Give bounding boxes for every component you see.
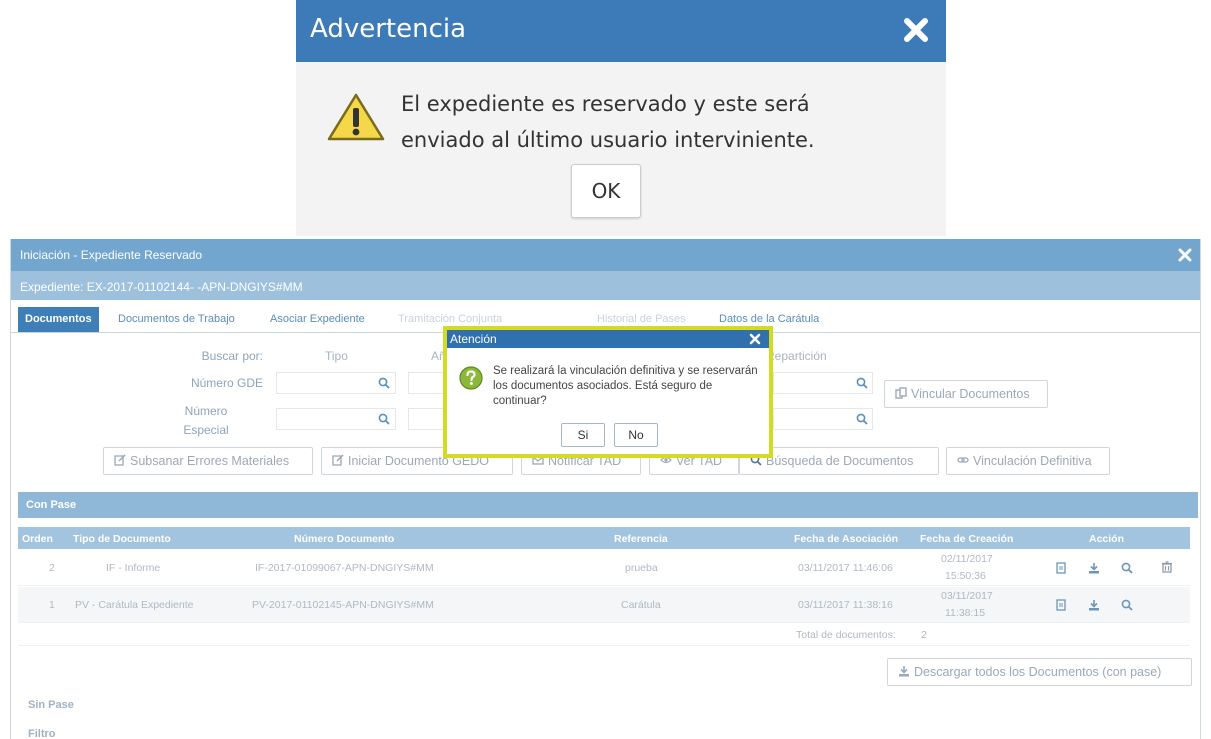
cell-numero: IF-2017-01099067-APN-DNGIYS#MM — [255, 562, 434, 574]
header-orden: Orden — [22, 533, 53, 545]
header-referencia: Referencia — [614, 533, 668, 545]
sin-pase-section-header[interactable]: Sin Pase — [28, 699, 74, 711]
search-icon[interactable] — [378, 413, 390, 425]
tab-documentos-trabajo[interactable]: Documentos de Trabajo — [118, 307, 235, 332]
close-icon[interactable] — [1178, 248, 1192, 262]
numero-gde-label: Número GDE — [190, 376, 263, 390]
search-icon[interactable] — [856, 377, 868, 389]
download-icon[interactable] — [1088, 562, 1100, 574]
table-row[interactable]: 2 IF - Informe IF-2017-01099067-APN-DNGI… — [18, 550, 1190, 586]
confirm-modal-title: Atención — [450, 332, 497, 346]
cell-orden: 1 — [49, 599, 55, 611]
warning-triangle-icon — [327, 93, 385, 141]
confirm-modal-titlebar: Atención — [447, 330, 769, 348]
numero-especial-label-1: Número — [184, 404, 228, 418]
subsanar-errores-button[interactable]: Subsanar Errores Materiales — [103, 447, 313, 475]
cell-numero: PV-2017-01102145-APN-DNGIYS#MM — [252, 599, 434, 611]
con-pase-label: Con Pase — [26, 499, 77, 511]
edit-icon — [332, 454, 344, 466]
header-fecha-asociacion: Fecha de Asociación — [794, 533, 899, 545]
no-button[interactable]: No — [614, 423, 658, 447]
cell-fecha-asociacion: 03/11/2017 11:38:16 — [798, 599, 893, 611]
descargar-todos-button[interactable]: Descargar todos los Documentos (con pase… — [887, 658, 1192, 686]
ok-button[interactable]: OK — [571, 164, 641, 218]
subsanar-errores-label: Subsanar Errores Materiales — [130, 454, 290, 468]
si-button[interactable]: Si — [561, 423, 605, 447]
vincular-documentos-label: Vincular Documentos — [911, 387, 1030, 401]
search-icon[interactable] — [1121, 599, 1133, 611]
especial-anio-input[interactable] — [408, 408, 448, 430]
busqueda-documentos-label: Búsqueda de Documentos — [766, 454, 914, 468]
total-documentos-value: 2 — [921, 629, 927, 641]
document-icon[interactable] — [1055, 599, 1067, 611]
close-icon[interactable] — [749, 333, 761, 345]
close-icon[interactable] — [902, 16, 930, 44]
window-title: Iniciación - Expediente Reservado — [20, 248, 203, 262]
gde-anio-input[interactable] — [408, 372, 448, 394]
search-icon[interactable] — [856, 413, 868, 425]
total-documentos-label: Total de documentos: — [796, 629, 896, 641]
warning-message-line2: enviado al último usuario interviniente. — [401, 128, 815, 152]
main-window: Iniciación - Expediente Reservado Expedi… — [10, 239, 1201, 739]
expediente-bar: Expediente: EX-2017-01102144- -APN-DNGIY… — [11, 271, 1200, 300]
cell-fecha-creacion-time: 11:38:15 — [945, 607, 986, 619]
link-icon — [895, 387, 907, 399]
download-icon — [899, 666, 909, 677]
tab-documentos[interactable]: Documentos — [18, 307, 99, 332]
cell-referencia: prueba — [625, 562, 658, 574]
total-row: Total de documentos: 2 — [18, 624, 1190, 646]
chain-icon — [957, 457, 969, 463]
trash-icon[interactable] — [1161, 561, 1173, 573]
edit-icon — [114, 454, 126, 466]
vinculacion-definitiva-button[interactable]: Vinculación Definitiva — [946, 447, 1110, 475]
search-icon[interactable] — [378, 377, 390, 389]
table-row[interactable]: 1 PV - Carátula Expediente PV-2017-01102… — [18, 587, 1190, 623]
header-numero-documento: Número Documento — [294, 533, 395, 545]
numero-especial-label-2: Especial — [183, 423, 229, 437]
header-tipo-documento: Tipo de Documento — [73, 533, 171, 545]
con-pase-section-header[interactable]: Con Pase — [18, 492, 1198, 518]
cell-fecha-creacion-date: 02/11/2017 — [941, 553, 993, 565]
search-icon[interactable] — [1121, 562, 1133, 574]
download-icon[interactable] — [1088, 599, 1100, 611]
tipo-column-label: Tipo — [325, 349, 348, 363]
cell-referencia: Carátula — [621, 599, 661, 611]
expediente-number: Expediente: EX-2017-01102144- -APN-DNGIY… — [20, 280, 303, 294]
cell-fecha-creacion-time: 15:50:36 — [945, 570, 986, 582]
reparticion-column-label: Repartición — [766, 349, 827, 363]
document-icon[interactable] — [1055, 562, 1067, 574]
descargar-todos-label: Descargar todos los Documentos (con pase… — [914, 665, 1162, 679]
cell-tipo: PV - Carátula Expediente — [75, 599, 194, 611]
cell-fecha-asociacion: 03/11/2017 11:46:06 — [798, 562, 893, 574]
warning-dialog: Advertencia El expediente es reservado y… — [296, 0, 946, 236]
table-header: Orden Tipo de Documento Número Documento… — [18, 527, 1190, 549]
question-icon — [459, 366, 483, 390]
tab-asociar-expediente[interactable]: Asociar Expediente — [270, 307, 365, 332]
filtro-section-header[interactable]: Filtro — [28, 728, 56, 739]
vincular-documentos-button[interactable]: Vincular Documentos — [884, 380, 1048, 408]
window-titlebar: Iniciación - Expediente Reservado — [11, 239, 1200, 271]
warning-message: El expediente es reservado y este será e… — [401, 86, 921, 158]
header-fecha-creacion: Fecha de Creación — [920, 533, 1014, 545]
confirm-modal-message: Se realizará la vinculación definitiva y… — [493, 365, 758, 407]
cell-fecha-creacion-date: 03/11/2017 — [941, 590, 993, 602]
header-accion: Acción — [1089, 533, 1125, 545]
buscar-por-label: Buscar por: — [201, 349, 263, 363]
warning-message-line1: El expediente es reservado y este será — [401, 92, 810, 116]
confirm-modal: Atención Se realizará la vinculación def… — [443, 326, 773, 458]
vinculacion-definitiva-label: Vinculación Definitiva — [973, 454, 1092, 468]
warning-dialog-titlebar: Advertencia — [296, 0, 946, 62]
warning-dialog-title: Advertencia — [310, 14, 467, 44]
cell-orden: 2 — [49, 562, 55, 574]
cell-tipo: IF - Informe — [106, 562, 161, 574]
